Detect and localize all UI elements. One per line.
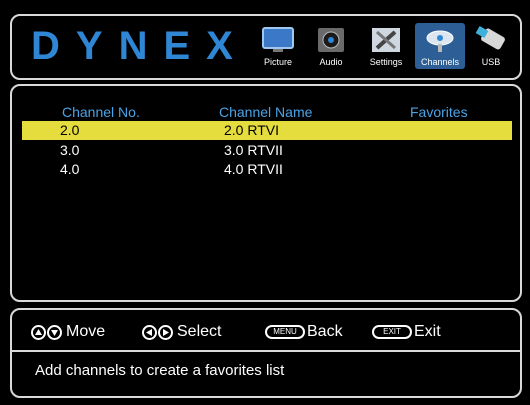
channel-row[interactable]: 3.0 3.0 RTVII bbox=[22, 141, 512, 160]
satellite-dish-icon bbox=[426, 30, 454, 52]
move-hint-label: Move bbox=[66, 323, 106, 340]
back-hint: MENU Back bbox=[265, 323, 343, 341]
tv-icon bbox=[262, 27, 294, 52]
channel-number: 3.0 bbox=[60, 142, 80, 158]
hint-panel bbox=[10, 308, 522, 398]
channel-row[interactable]: 2.0 2.0 RTVI bbox=[22, 121, 512, 140]
menu-tab-channels[interactable]: Channels bbox=[415, 23, 465, 69]
brand-logo: DYNEX bbox=[31, 24, 249, 68]
up-arrow-icon bbox=[31, 324, 46, 340]
select-hint-label: Select bbox=[177, 323, 222, 340]
move-hint: Move bbox=[31, 323, 105, 341]
menu-tab-label: USB bbox=[481, 57, 501, 67]
exit-key-icon: EXIT bbox=[372, 325, 412, 339]
channel-name: 2.0 RTVI bbox=[224, 122, 279, 138]
menu-tab-usb[interactable]: USB bbox=[466, 23, 516, 69]
menu-tab-label: Settings bbox=[369, 57, 403, 67]
menu-tab-settings[interactable]: Settings bbox=[361, 23, 411, 69]
down-arrow-icon bbox=[47, 324, 62, 340]
menu-key-icon: MENU bbox=[265, 325, 305, 339]
select-hint: Select bbox=[142, 323, 221, 341]
header-favorites: Favorites bbox=[410, 104, 468, 120]
channel-name: 3.0 RTVII bbox=[224, 142, 283, 158]
header-channel-number: Channel No. bbox=[62, 104, 140, 120]
exit-hint: EXIT Exit bbox=[372, 323, 441, 341]
channel-row[interactable]: 4.0 4.0 RTVII bbox=[22, 160, 512, 179]
right-arrow-icon bbox=[158, 324, 173, 340]
channel-number: 2.0 bbox=[60, 122, 80, 138]
exit-hint-label: Exit bbox=[414, 323, 441, 340]
menu-tab-audio[interactable]: Audio bbox=[306, 23, 356, 69]
tools-icon bbox=[372, 28, 400, 52]
header-channel-name: Channel Name bbox=[219, 104, 313, 120]
usb-drive-icon bbox=[475, 26, 505, 50]
channel-number: 4.0 bbox=[60, 161, 80, 177]
channel-name: 4.0 RTVII bbox=[224, 161, 283, 177]
hint-divider bbox=[12, 350, 520, 352]
status-message: Add channels to create a favorites list bbox=[35, 362, 285, 379]
tv-menu-screen: DYNEX Picture Audio Settings Channels US… bbox=[0, 0, 530, 405]
menu-tab-label: Audio bbox=[319, 57, 343, 67]
back-hint-label: Back bbox=[307, 323, 343, 340]
speaker-icon bbox=[318, 28, 344, 52]
menu-tab-picture[interactable]: Picture bbox=[253, 23, 303, 69]
left-arrow-icon bbox=[142, 324, 157, 340]
